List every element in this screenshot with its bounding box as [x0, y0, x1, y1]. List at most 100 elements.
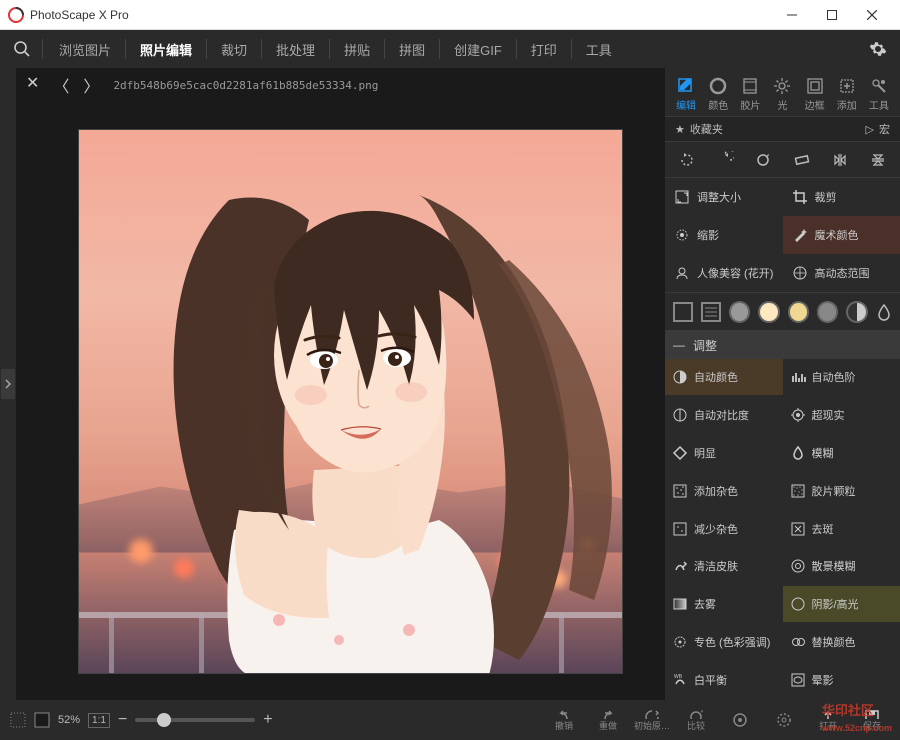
adjust-shadow[interactable]: 阴影/高光 — [783, 586, 900, 622]
canvas-area: ✕ 〈 〉 2dfb548b69e5cac0d2281af61b885de533… — [16, 68, 665, 700]
adjust-replace[interactable]: 替换颜色 — [783, 624, 900, 660]
adjust-vignette[interactable]: 晕影 — [783, 662, 900, 698]
adjust-addnoise[interactable]: 添加杂色 — [665, 473, 783, 509]
tooltab-film[interactable]: 胶片 — [735, 74, 765, 114]
menu-拼图[interactable]: 拼图 — [389, 34, 435, 65]
tooltab-frame[interactable]: 边框 — [800, 74, 830, 114]
grid-icon[interactable] — [10, 712, 26, 728]
adjust-section-header[interactable]: — 调整 — [665, 331, 900, 359]
tool-crop[interactable]: 裁剪 — [783, 178, 900, 216]
next-file-button[interactable]: 〉 — [83, 73, 99, 97]
crop-icon — [791, 188, 809, 206]
minimize-button[interactable] — [772, 1, 812, 29]
tooltab-light[interactable]: 光 — [767, 74, 797, 114]
swatch-2[interactable] — [758, 301, 779, 323]
close-file-button[interactable]: ✕ — [26, 73, 39, 97]
menu-创建GIF[interactable]: 创建GIF — [444, 34, 512, 65]
close-button[interactable] — [852, 1, 892, 29]
prev-file-button[interactable]: 〈 — [53, 73, 69, 97]
divider — [42, 39, 43, 59]
favorites-button[interactable]: ★收藏夹 — [675, 121, 723, 137]
rotate-ccw-icon[interactable] — [677, 150, 697, 170]
bottom-history2[interactable] — [766, 708, 802, 732]
menu-拼贴[interactable]: 拼贴 — [334, 34, 380, 65]
bottom-redo[interactable]: 重做 — [590, 708, 626, 732]
blur-icon — [789, 444, 807, 462]
settings-button[interactable] — [864, 40, 892, 58]
swatch-5[interactable] — [846, 301, 867, 323]
flip-h-icon[interactable] — [830, 150, 850, 170]
zoom-1to1-button[interactable]: 1:1 — [88, 713, 110, 728]
right-panel: 编辑颜色胶片光边框添加工具 ★收藏夹 ▷宏 调整大小裁剪缩影魔术颜色人像美容 (… — [665, 68, 900, 700]
tooltab-edit[interactable]: 编辑 — [671, 74, 701, 114]
menu-照片编辑[interactable]: 照片编辑 — [130, 34, 202, 65]
sidebar-expand-handle[interactable] — [1, 369, 15, 399]
app-logo-icon — [8, 7, 24, 23]
tool-hdr[interactable]: 高动态范围 — [783, 254, 900, 292]
canvas[interactable] — [78, 129, 623, 674]
shadow-icon — [789, 595, 807, 613]
adjust-bokeh[interactable]: 散景模糊 — [783, 548, 900, 584]
adjust-blur[interactable]: 模糊 — [783, 435, 900, 471]
adjust-grain[interactable]: 胶片颗粒 — [783, 473, 900, 509]
adjust-spot[interactable]: 专色 (色彩强调) — [665, 624, 783, 660]
menu-浏览图片[interactable]: 浏览图片 — [49, 34, 121, 65]
adjust-autocolor[interactable]: 自动颜色 — [665, 359, 783, 395]
clarity-icon — [671, 444, 689, 462]
titlebar: PhotoScape X Pro — [0, 0, 900, 30]
bottom-history1[interactable] — [722, 708, 758, 732]
bottom-undo[interactable]: 撤销 — [546, 708, 582, 732]
menu-工具[interactable]: 工具 — [576, 34, 622, 65]
menu-裁切[interactable]: 裁切 — [211, 34, 257, 65]
adjust-skin[interactable]: 清洁皮肤 — [665, 548, 783, 584]
denoise-icon — [671, 520, 689, 538]
macro-button[interactable]: ▷宏 — [866, 121, 890, 137]
bgcolor-icon[interactable] — [34, 712, 50, 728]
adjust-autolevel[interactable]: 自动色阶 — [783, 359, 900, 395]
zoom-out-button[interactable]: − — [118, 711, 127, 729]
maximize-button[interactable] — [812, 1, 852, 29]
dehaze-icon — [671, 595, 689, 613]
adjust-dehaze[interactable]: 去雾 — [665, 586, 783, 622]
tooltab-add[interactable]: 添加 — [832, 74, 862, 114]
color-icon — [709, 76, 727, 96]
bottom-save[interactable]: 保存 — [854, 708, 890, 732]
search-icon[interactable] — [8, 35, 36, 63]
rotate-cw-icon[interactable] — [715, 150, 735, 170]
drop-icon[interactable] — [876, 303, 892, 321]
addnoise-icon — [671, 482, 689, 500]
svg-text:WB: WB — [674, 674, 683, 680]
bottom-compare[interactable]: 比较 — [678, 708, 714, 732]
swatch-3[interactable] — [788, 301, 809, 323]
light-icon — [773, 76, 791, 96]
adjust-clarity[interactable]: 明显 — [665, 435, 783, 471]
swatch-4[interactable] — [817, 301, 838, 323]
adjust-denoise[interactable]: 减少杂色 — [665, 511, 783, 547]
grain-icon — [789, 482, 807, 500]
adjust-surreal[interactable]: 超现实 — [783, 397, 900, 433]
zoom-in-button[interactable]: + — [263, 711, 272, 729]
favorites-bar: ★收藏夹 ▷宏 — [665, 116, 900, 142]
flip-v-icon[interactable] — [868, 150, 888, 170]
tool-mini[interactable]: 缩影 — [665, 216, 783, 254]
adjust-wb[interactable]: WB白平衡 — [665, 662, 783, 698]
adjust-autocontrast[interactable]: 自动对比度 — [665, 397, 783, 433]
straighten-icon[interactable] — [792, 150, 812, 170]
menu-批处理[interactable]: 批处理 — [266, 34, 325, 65]
zoom-slider[interactable] — [135, 718, 255, 722]
tooltab-tools[interactable]: 工具 — [864, 74, 894, 114]
bottom-reset[interactable]: 初始原… — [634, 708, 670, 732]
replace-icon — [789, 633, 807, 651]
tool-grid: 调整大小裁剪缩影魔术颜色人像美容 (花开)高动态范围 — [665, 178, 900, 293]
swatch-square-icon[interactable] — [673, 302, 693, 322]
adjust-despeckle[interactable]: 去斑 — [783, 511, 900, 547]
bottom-open[interactable]: 打开 — [810, 708, 846, 732]
tool-resize[interactable]: 调整大小 — [665, 178, 783, 216]
tool-portrait[interactable]: 人像美容 (花开) — [665, 254, 783, 292]
swatch-1[interactable] — [729, 301, 750, 323]
rotate-free-icon[interactable] — [753, 150, 773, 170]
tooltab-color[interactable]: 颜色 — [703, 74, 733, 114]
menu-打印[interactable]: 打印 — [521, 34, 567, 65]
tool-magic[interactable]: 魔术颜色 — [783, 216, 900, 254]
frame-icon — [806, 76, 824, 96]
